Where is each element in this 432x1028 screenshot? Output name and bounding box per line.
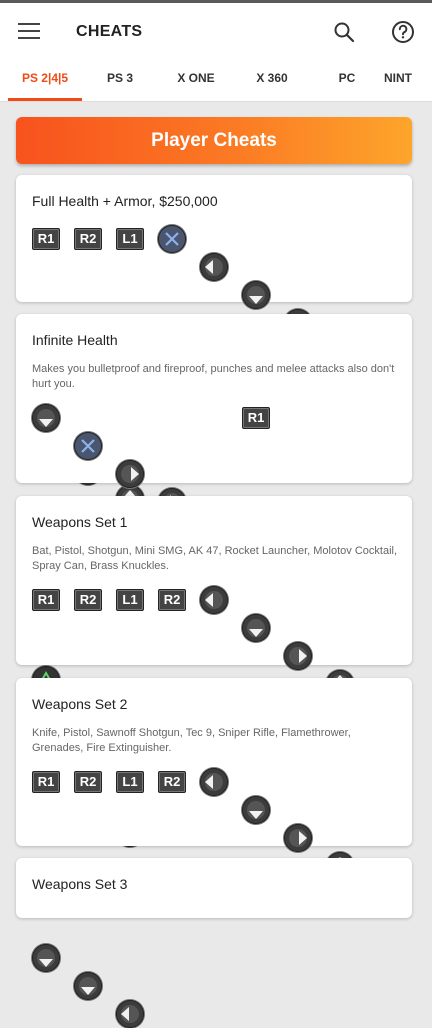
r1-button-icon: R1 [32,589,60,611]
app-bar: CHEATS [0,3,432,59]
cross-icon [158,225,186,253]
cheat-card[interactable]: Weapons Set 2 Knife, Pistol, Sawnoff Shot… [16,678,412,1028]
r1-button-icon: R1 [32,228,60,250]
dpad-down-icon [242,614,270,642]
r1-button-icon: R1 [32,771,60,793]
tab-nint[interactable]: NINT [384,59,432,101]
tab-x-360[interactable]: X 360 [236,59,308,101]
r2-button-icon: R2 [158,589,186,611]
cheat-card[interactable]: Weapons Set 3 [16,858,412,918]
cross-icon [74,432,102,460]
cheat-title: Weapons Set 1 [32,514,128,530]
l1-button-icon: L1 [116,589,144,611]
platform-tabs: PS 2|4|5 PS 3X ONE X 360 PC NINT [0,59,432,102]
dpad-down-icon [74,972,102,1000]
cheat-title: Weapons Set 3 [32,876,128,892]
r1-button-icon: R1 [242,407,270,429]
dpad-right-icon [116,460,144,488]
cheat-description: Makes you bulletproof and fireproof, pun… [32,363,395,390]
tab-x-one[interactable]: X ONE [160,59,232,101]
tab-ps-3[interactable]: PS 3 [84,59,156,101]
r2-button-icon: R2 [74,228,102,250]
hamburger-menu-icon[interactable] [18,23,40,39]
dpad-down-icon [32,944,60,972]
tab-pc[interactable]: PC [312,59,382,101]
search-icon[interactable] [333,21,355,43]
cheat-title: Weapons Set 2 [32,696,128,712]
dpad-left-icon [116,1000,144,1028]
dpad-left-icon [200,586,228,614]
r2-button-icon: R2 [74,589,102,611]
dpad-down-icon [242,281,270,309]
dpad-down-icon [242,796,270,824]
cheat-title: Infinite Health [32,332,118,348]
dpad-right-icon [284,824,312,852]
cheat-card[interactable]: Infinite Health Makes you bulletproof and… [16,314,412,694]
l1-button-icon: L1 [116,771,144,793]
cheat-card[interactable]: Full Health + Armor, $250,000 R1 R2 L1 [16,175,412,513]
dpad-right-icon [284,642,312,670]
dpad-left-icon [200,253,228,281]
r2-button-icon: R2 [158,771,186,793]
help-icon[interactable] [391,20,415,44]
dpad-down-icon [32,404,60,432]
section-header-player-cheats: Player Cheats [16,117,412,164]
dpad-left-icon [200,768,228,796]
cheat-title: Full Health + Armor, $250,000 [32,193,218,209]
cheat-description: Bat, Pistol, Shotgun, Mini SMG, AK 47, R… [32,545,398,572]
r2-button-icon: R2 [74,771,102,793]
tab-ps-2-4-5[interactable]: PS 2|4|5 [8,59,82,101]
cheat-description: Knife, Pistol, Sawnoff Shotgun, Tec 9, S… [32,727,351,754]
l1-button-icon: L1 [116,228,144,250]
cheat-card[interactable]: Weapons Set 1 Bat, Pistol, Shotgun, Mini … [16,496,412,847]
page-title: CHEATS [76,23,143,40]
